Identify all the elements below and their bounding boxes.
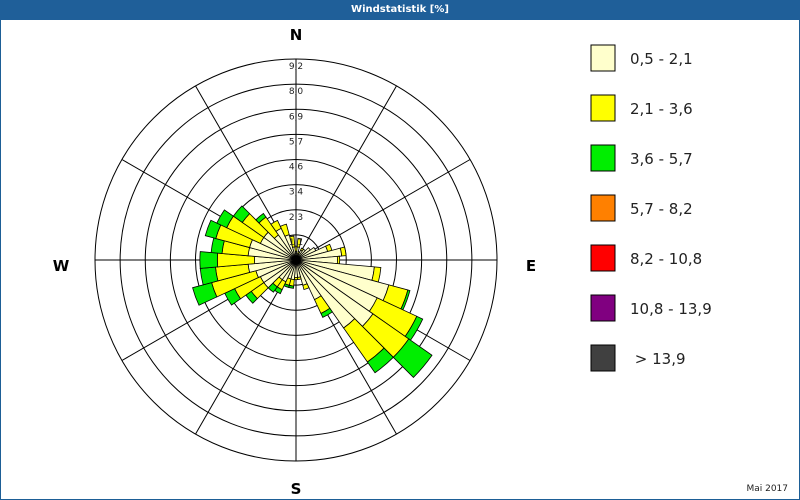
legend-swatch bbox=[590, 244, 616, 272]
legend-swatch bbox=[590, 194, 616, 222]
dir-label-n: N bbox=[290, 26, 303, 44]
sector-bar-270-2 bbox=[199, 251, 219, 269]
radial-tick-label: 4,6 bbox=[289, 163, 304, 173]
date-footer: Mai 2017 bbox=[746, 484, 788, 494]
legend-swatch bbox=[590, 94, 616, 122]
grid-spoke bbox=[295, 85, 397, 261]
dir-label-s: S bbox=[291, 480, 302, 498]
sector-bar-80-1 bbox=[339, 246, 347, 257]
dir-label-w: W bbox=[53, 257, 70, 275]
sector-bar-90-1 bbox=[336, 255, 341, 265]
grid-spoke bbox=[295, 159, 471, 261]
legend-label: 3,6 - 5,7 bbox=[630, 150, 693, 168]
legend-swatch bbox=[590, 44, 616, 72]
legend: 0,5 - 2,1 2,1 - 3,6 3,6 - 5,7 5,7 - 8,2 8,2 … bbox=[590, 44, 712, 372]
legend-swatch bbox=[590, 344, 616, 372]
legend-label: 5,7 - 8,2 bbox=[630, 200, 693, 218]
radial-tick-label: 8,0 bbox=[289, 87, 304, 97]
dir-label-e: E bbox=[526, 257, 536, 275]
legend-label: 10,8 - 13,9 bbox=[630, 300, 712, 318]
wind-rose-chart: 1,1 2,3 3,4 4,6 5,7 6,9 8,0 9,2 N E S W 0,5 - 2… bbox=[53, 26, 712, 498]
legend-label: > 13,9 bbox=[630, 350, 686, 368]
legend-swatch bbox=[590, 294, 616, 322]
radial-tick-label: 2,3 bbox=[289, 213, 303, 223]
radial-tick-label: 3,4 bbox=[289, 188, 304, 198]
legend-label: 0,5 - 2,1 bbox=[630, 50, 693, 68]
radial-tick-label: 6,9 bbox=[289, 112, 304, 122]
radial-tick-label: 1,1 bbox=[289, 238, 303, 248]
radial-tick-label: 9,2 bbox=[289, 62, 303, 72]
legend-swatch bbox=[590, 144, 616, 172]
legend-label: 2,1 - 3,6 bbox=[630, 100, 693, 118]
radial-tick-label: 5,7 bbox=[289, 137, 303, 147]
legend-label: 8,2 - 10,8 bbox=[630, 250, 702, 268]
